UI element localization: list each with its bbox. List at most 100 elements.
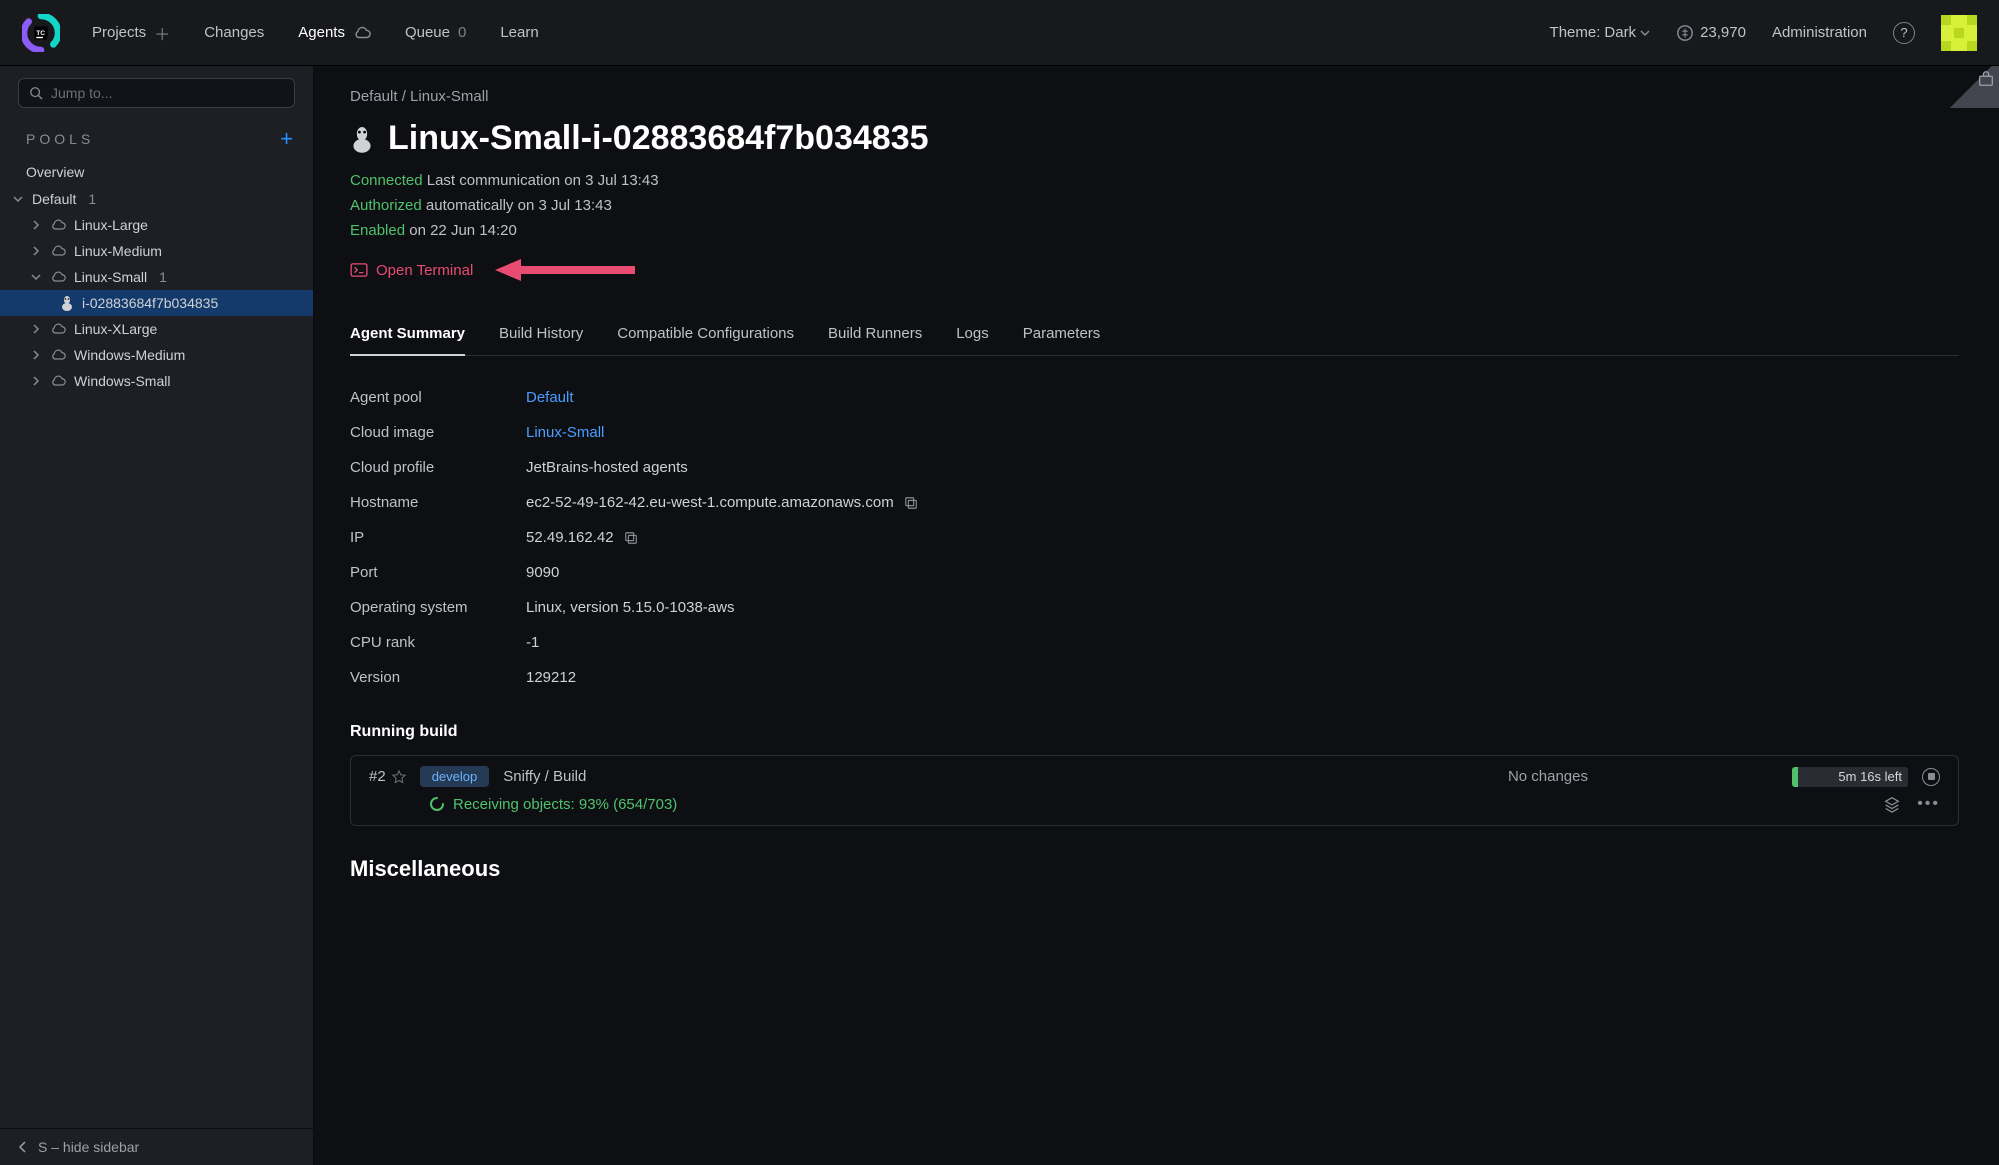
chevron-right-icon — [30, 376, 42, 386]
terminal-icon — [350, 263, 368, 277]
connected-text: Last communication on 3 Jul 13:43 — [427, 172, 659, 189]
prop-value-hostname: ec2-52-49-162-42.eu-west-1.compute.amazo… — [526, 494, 894, 511]
prop-value-profile: JetBrains-hosted agents — [526, 459, 688, 476]
stop-build-button[interactable] — [1922, 768, 1940, 786]
time-left: 5m 16s left — [1838, 769, 1902, 784]
copy-icon[interactable] — [624, 531, 638, 545]
prop-value-pool[interactable]: Default — [526, 389, 574, 406]
tree-agent-selected[interactable]: i-02883684f7b034835 — [0, 290, 313, 316]
nav-agents-label: Agents — [298, 24, 345, 41]
nav-learn[interactable]: Learn — [500, 24, 538, 41]
tree-item-label: Linux-Medium — [74, 243, 162, 259]
tab-parameters[interactable]: Parameters — [1023, 317, 1101, 355]
chevron-down-icon — [12, 194, 24, 204]
copy-icon[interactable] — [904, 496, 918, 510]
credits-display[interactable]: 23,970 — [1676, 24, 1746, 42]
tree-item-windows-small[interactable]: Windows-Small — [0, 368, 313, 394]
prop-label-hostname: Hostname — [350, 494, 526, 511]
theme-selector[interactable]: Theme: Dark — [1550, 24, 1651, 41]
tree-item-linux-medium[interactable]: Linux-Medium — [0, 238, 313, 264]
tree-item-label: Windows-Medium — [74, 347, 185, 363]
branch-chip[interactable]: develop — [420, 766, 490, 787]
star-icon[interactable] — [392, 770, 406, 784]
administration-link[interactable]: Administration — [1772, 24, 1867, 41]
sidebar-overview[interactable]: Overview — [0, 158, 313, 186]
enabled-label: Enabled — [350, 222, 405, 239]
prop-value-cpu: -1 — [526, 634, 539, 651]
prop-label-os: Operating system — [350, 599, 526, 616]
tree-item-count: 1 — [159, 269, 167, 285]
tree-item-linux-xlarge[interactable]: Linux-XLarge — [0, 316, 313, 342]
pool-count: 1 — [88, 191, 96, 207]
tree-item-label: Linux-XLarge — [74, 321, 157, 337]
chevron-right-icon — [30, 324, 42, 334]
chevron-down-icon — [1640, 28, 1650, 38]
running-build-heading: Running build — [350, 723, 1959, 741]
nav-projects[interactable]: Projects ＋ — [92, 21, 170, 45]
prop-label-profile: Cloud profile — [350, 459, 526, 476]
linux-icon — [60, 295, 74, 311]
tree-item-label: Linux-Large — [74, 217, 148, 233]
tab-logs[interactable]: Logs — [956, 317, 989, 355]
prop-value-os: Linux, version 5.15.0-1038-aws — [526, 599, 734, 616]
add-pool-button[interactable]: + — [280, 126, 293, 152]
spinner-icon — [429, 796, 445, 812]
theme-value: Dark — [1604, 24, 1636, 41]
linux-icon — [350, 125, 374, 153]
tree-item-windows-medium[interactable]: Windows-Medium — [0, 342, 313, 368]
tree-item-label: Windows-Small — [74, 373, 170, 389]
plus-icon[interactable]: ＋ — [154, 21, 170, 45]
chevron-right-icon — [30, 246, 42, 256]
tab-compatible-configs[interactable]: Compatible Configurations — [617, 317, 794, 355]
corner-toolbox[interactable] — [1943, 66, 1999, 108]
open-terminal-button[interactable]: Open Terminal — [350, 262, 473, 279]
no-changes-label: No changes — [1508, 768, 1588, 785]
nav-queue[interactable]: Queue 0 — [405, 24, 466, 41]
tree-agent-label: i-02883684f7b034835 — [82, 295, 218, 311]
prop-label-port: Port — [350, 564, 526, 581]
prop-value-image[interactable]: Linux-Small — [526, 424, 604, 441]
build-progress-bar: 5m 16s left — [1792, 767, 1908, 787]
chevron-right-icon — [30, 220, 42, 230]
tab-build-runners[interactable]: Build Runners — [828, 317, 922, 355]
prop-label-version: Version — [350, 669, 526, 686]
credits-value: 23,970 — [1700, 24, 1746, 41]
running-build-card: #2 develop Sniffy / Build No changes 5m … — [350, 755, 1959, 826]
tree-item-linux-small[interactable]: Linux-Small 1 — [0, 264, 313, 290]
search-input[interactable] — [51, 85, 284, 101]
sidebar-search[interactable] — [18, 78, 295, 108]
tab-agent-summary[interactable]: Agent Summary — [350, 317, 465, 356]
callout-arrow-icon — [495, 257, 635, 283]
prop-label-ip: IP — [350, 529, 526, 546]
header-right: Theme: Dark 23,970 Administration ? — [1550, 15, 1977, 51]
tree-item-linux-large[interactable]: Linux-Large — [0, 212, 313, 238]
breadcrumb-root[interactable]: Default — [350, 88, 398, 105]
authorized-text: automatically on 3 Jul 13:43 — [426, 197, 612, 214]
nav-changes[interactable]: Changes — [204, 24, 264, 41]
cloud-icon — [50, 349, 66, 361]
build-path[interactable]: Sniffy / Build — [503, 768, 586, 785]
help-icon[interactable]: ? — [1893, 22, 1915, 44]
authorized-label: Authorized — [350, 197, 422, 214]
build-number[interactable]: #2 — [369, 768, 406, 785]
nav-agents[interactable]: Agents — [298, 24, 371, 41]
credits-icon — [1676, 24, 1694, 42]
prop-value-version: 129212 — [526, 669, 576, 686]
user-avatar[interactable] — [1941, 15, 1977, 51]
app-logo[interactable]: TC — [22, 14, 60, 52]
hide-sidebar-label: S – hide sidebar — [38, 1139, 139, 1155]
sidebar-hide-hint[interactable]: S – hide sidebar — [0, 1128, 313, 1165]
main-nav: Projects ＋ Changes Agents Queue 0 Learn — [92, 21, 1550, 45]
chevron-down-icon — [30, 272, 42, 282]
open-terminal-label: Open Terminal — [376, 262, 473, 279]
tab-build-history[interactable]: Build History — [499, 317, 583, 355]
cloud-icon — [50, 245, 66, 257]
tree-pool-default[interactable]: Default 1 — [0, 186, 313, 212]
tab-bar: Agent Summary Build History Compatible C… — [350, 317, 1959, 356]
layers-icon[interactable] — [1883, 795, 1901, 813]
enabled-text: on 22 Jun 14:20 — [409, 222, 517, 239]
breadcrumb-leaf[interactable]: Linux-Small — [410, 88, 488, 105]
breadcrumb-sep: / — [402, 88, 406, 105]
theme-label: Theme: — [1550, 24, 1601, 41]
more-icon[interactable]: ••• — [1917, 795, 1940, 813]
